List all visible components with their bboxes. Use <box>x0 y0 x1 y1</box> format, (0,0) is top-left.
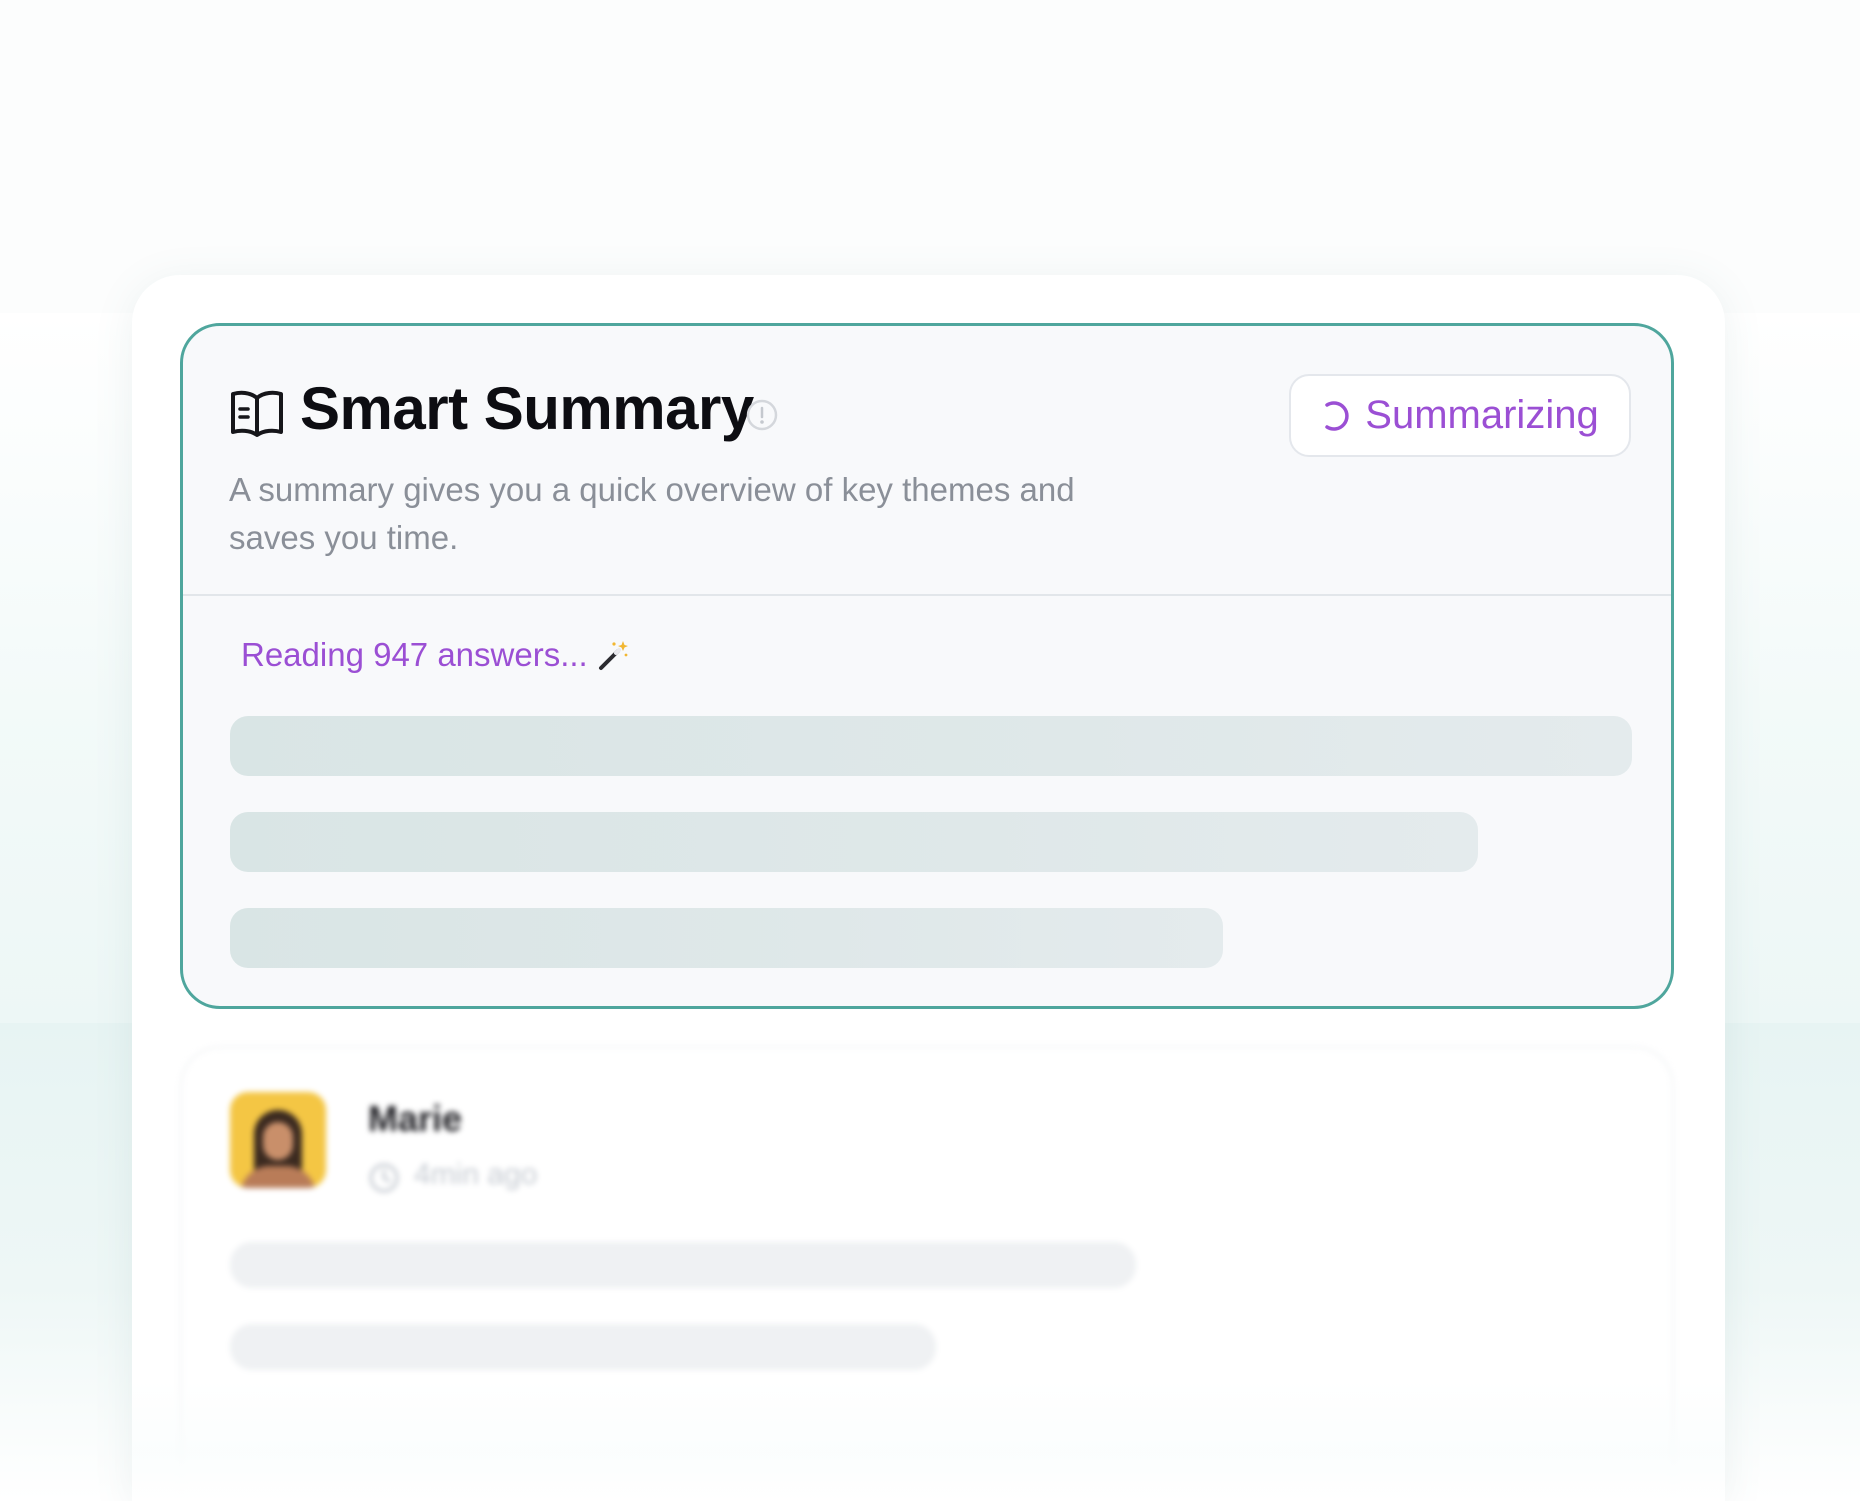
comment-author: Marie <box>368 1098 463 1139</box>
comment-timestamp: 4min ago <box>414 1158 538 1191</box>
skeleton-line <box>230 908 1223 968</box>
progress-message: Reading 947 answers... <box>241 636 630 674</box>
status-button-label: Summarizing <box>1365 393 1599 437</box>
info-icon[interactable] <box>745 398 779 432</box>
spinner-icon <box>1325 400 1349 431</box>
comment-skeleton-line <box>230 1242 1136 1288</box>
skeleton-line <box>230 812 1478 872</box>
book-icon <box>231 390 283 437</box>
bottom-fade <box>132 1380 1725 1501</box>
comment-skeleton-line <box>230 1324 936 1370</box>
summary-card-header: Smart Summary A summary gives you a quic… <box>183 326 1671 596</box>
summary-description: A summary gives you a quick overview of … <box>229 471 1075 556</box>
avatar <box>230 1092 326 1188</box>
background-top <box>0 0 1860 314</box>
summary-title: Smart Summary <box>300 375 754 442</box>
summarizing-status-button[interactable]: Summarizing <box>1289 374 1631 457</box>
progress-text: Reading 947 answers... <box>241 636 588 673</box>
magic-wand-icon <box>598 641 628 670</box>
clock-icon <box>369 1163 399 1193</box>
skeleton-line <box>230 716 1632 776</box>
smart-summary-card: Smart Summary A summary gives you a quic… <box>180 323 1674 1009</box>
